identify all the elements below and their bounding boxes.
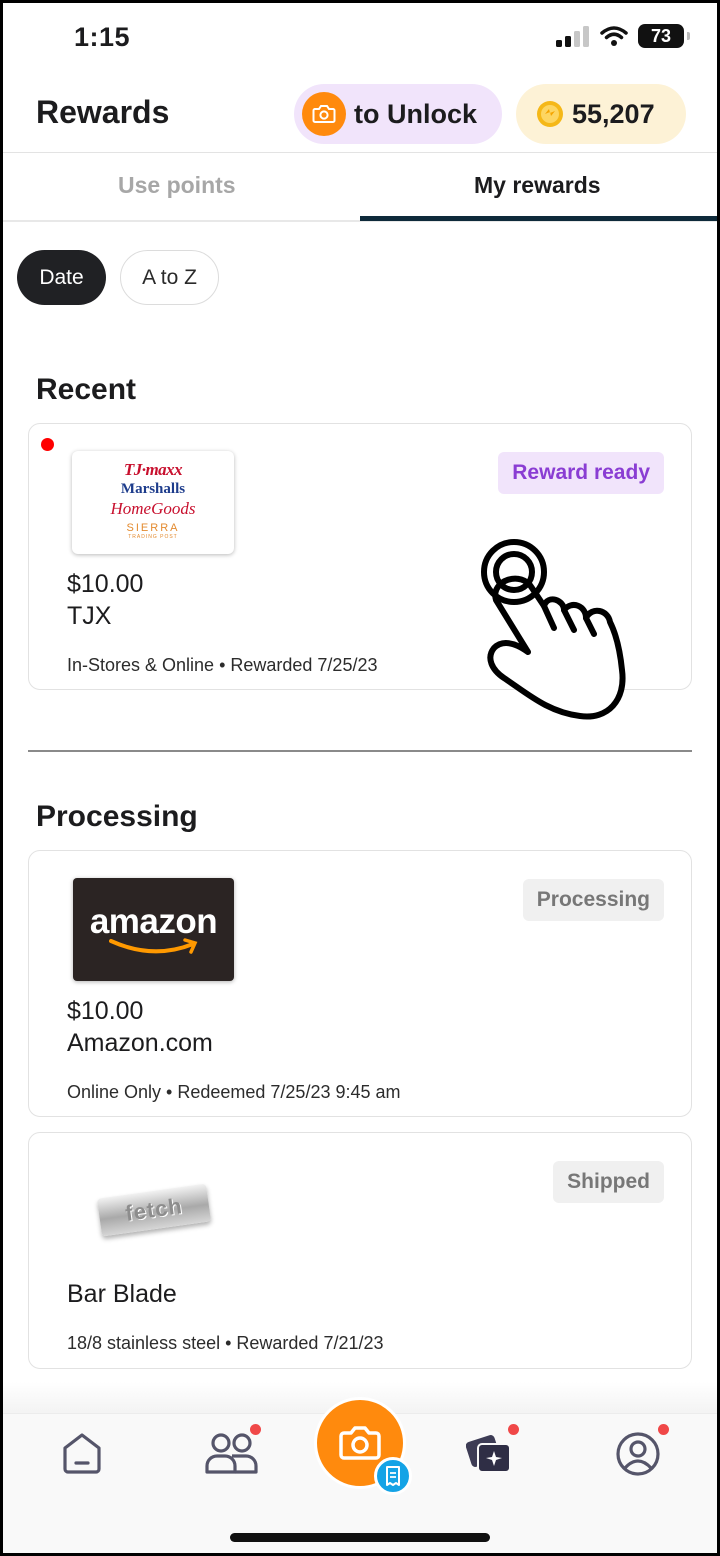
reward-name: Bar Blade <box>67 1280 177 1308</box>
rewards-notification-dot <box>508 1424 519 1435</box>
home-indicator <box>230 1533 490 1542</box>
status-badge-shipped: Shipped <box>553 1161 664 1203</box>
amazon-logo-text: amazon <box>89 902 218 941</box>
reward-meta: In-Stores & Online • Rewarded 7/25/23 <box>67 655 378 675</box>
home-icon[interactable] <box>60 1430 104 1476</box>
reward-amount: $10.00 <box>67 570 144 598</box>
tjx-gift-card-logo: TJ·maxx Marshalls HomeGoods SIERRA TRADI… <box>72 451 234 554</box>
tab-my-rewards[interactable]: My rewards <box>474 172 601 199</box>
logo-line-tjmaxx: TJ·maxx <box>123 460 183 479</box>
section-divider <box>28 750 692 752</box>
rewards-cards-icon[interactable] <box>466 1430 514 1476</box>
status-time: 1:15 <box>74 22 131 52</box>
camera-icon <box>302 92 346 136</box>
reward-name: Amazon.com <box>67 1029 213 1057</box>
points-balance-button[interactable]: 55,207 <box>516 84 686 144</box>
wifi-icon <box>600 26 628 46</box>
filter-date-chip[interactable]: Date <box>17 250 106 305</box>
amazon-smile-icon <box>109 938 198 954</box>
reward-meta: Online Only • Redeemed 7/25/23 9:45 am <box>67 1082 401 1102</box>
header-divider <box>0 152 720 153</box>
unlock-label: to Unlock <box>354 98 478 129</box>
page-title: Rewards <box>36 94 170 130</box>
filter-a-to-z-chip[interactable]: A to Z <box>120 250 219 305</box>
reward-name: TJX <box>67 602 112 630</box>
status-badge-processing: Processing <box>522 879 664 921</box>
cellular-signal-icon <box>556 26 589 47</box>
battery-indicator: 73 <box>638 24 690 48</box>
tab-use-points[interactable]: Use points <box>118 172 236 199</box>
pointing-hand-icon <box>481 539 626 720</box>
logo-line-marshalls: Marshalls <box>120 481 186 497</box>
section-title-processing: Processing <box>36 800 198 833</box>
profile-notification-dot <box>658 1424 669 1435</box>
logo-line-trading-post: TRADING POST <box>128 534 178 540</box>
profile-icon[interactable] <box>614 1430 662 1478</box>
reward-amount: $10.00 <box>67 997 144 1025</box>
points-coin-icon <box>537 101 563 127</box>
bar-blade-image: fetch <box>96 1183 212 1237</box>
reward-card-amazon[interactable]: amazon Processing $10.00 Amazon.com Onli… <box>28 850 692 1117</box>
unlock-button[interactable]: to Unlock <box>294 84 502 144</box>
camera-icon <box>339 1426 381 1460</box>
logo-line-sierra: SIERRA <box>126 522 180 534</box>
friends-icon[interactable] <box>204 1430 258 1476</box>
active-tab-indicator <box>360 216 720 221</box>
status-badge-reward-ready: Reward ready <box>498 452 664 494</box>
reward-card-bar-blade[interactable]: fetch Shipped Bar Blade 18/8 stainless s… <box>28 1132 692 1369</box>
section-title-recent: Recent <box>36 373 137 406</box>
reward-meta: 18/8 stainless steel • Rewarded 7/21/23 <box>67 1333 384 1353</box>
bar-blade-logo-text: fetch <box>123 1193 185 1226</box>
receipt-icon <box>374 1457 412 1495</box>
points-value: 55,207 <box>572 98 655 129</box>
amazon-gift-card-logo: amazon <box>73 878 234 981</box>
new-reward-dot <box>41 438 54 451</box>
friends-notification-dot <box>250 1424 261 1435</box>
status-icons: 73 <box>556 24 690 48</box>
logo-line-homegoods: HomeGoods <box>110 499 196 518</box>
